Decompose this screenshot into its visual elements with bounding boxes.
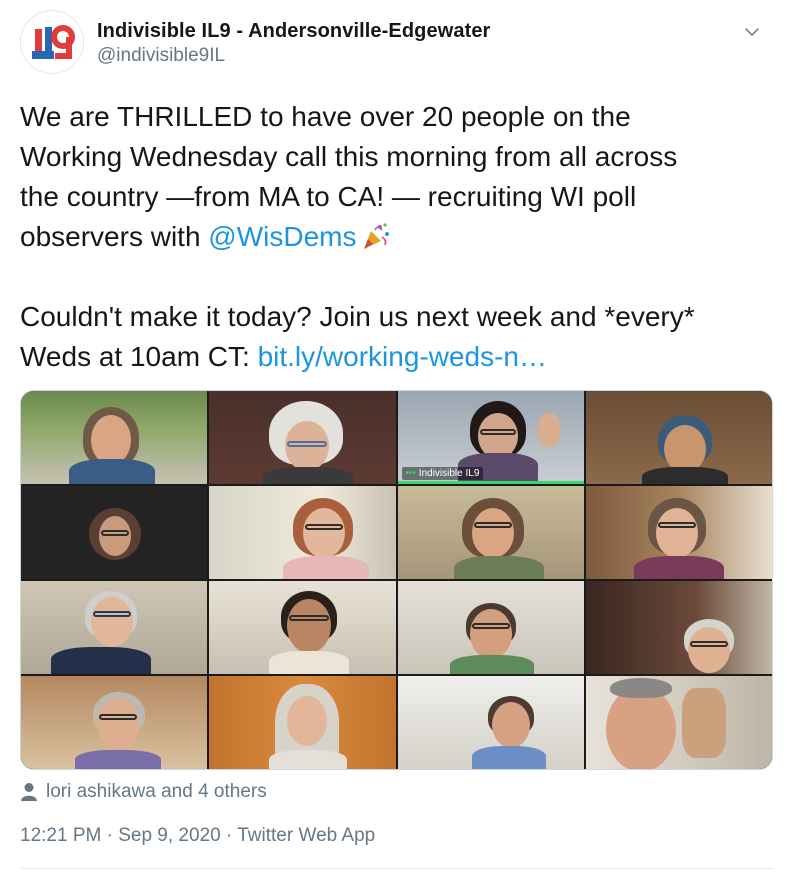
meta-separator: · bbox=[106, 825, 113, 846]
video-tile bbox=[21, 486, 208, 579]
video-tile bbox=[585, 676, 772, 769]
video-tile bbox=[585, 391, 772, 484]
video-tile bbox=[21, 581, 208, 674]
likes-summary-link[interactable]: lori ashikawa and 4 others bbox=[20, 778, 267, 806]
tweet-text-line: Couldn't make it today? Join us next wee… bbox=[20, 301, 695, 332]
tweet-menu-button[interactable] bbox=[738, 18, 766, 46]
video-tile bbox=[209, 391, 396, 484]
person-icon bbox=[21, 783, 37, 801]
video-tile bbox=[585, 581, 772, 674]
video-tile bbox=[209, 581, 396, 674]
tweet-metadata: 12:21 PM · Sep 9, 2020 · Twitter Web App bbox=[20, 825, 375, 847]
participant-label-text: Indivisible IL9 bbox=[418, 468, 480, 479]
tweet-text-line: observers with @WisDems bbox=[20, 217, 780, 257]
video-tile bbox=[209, 486, 396, 579]
tweet-header: Indivisible IL9 - Andersonville-Edgewate… bbox=[20, 10, 780, 78]
tweet-date: Sep 9, 2020 bbox=[118, 825, 221, 846]
tweet-text-fragment: observers with bbox=[20, 221, 209, 252]
video-tile bbox=[585, 486, 772, 579]
meta-separator: · bbox=[225, 825, 233, 846]
participant-label-dots: ••• bbox=[405, 468, 417, 479]
il9-logo-icon bbox=[21, 11, 83, 73]
party-popper-icon bbox=[361, 221, 391, 251]
tweet-text-line: We are THRILLED to have over 20 people o… bbox=[20, 101, 631, 132]
tweet-photo[interactable]: ••• Indivisible IL9 bbox=[20, 390, 773, 770]
video-tile bbox=[397, 581, 584, 674]
tweet-text-line: Working Wednesday call this morning from… bbox=[20, 141, 678, 172]
tweet-timestamp-link[interactable]: 12:21 PM · Sep 9, 2020 bbox=[20, 825, 221, 846]
tweet-source-link[interactable]: Twitter Web App bbox=[237, 825, 375, 846]
author-handle[interactable]: @indivisible9IL bbox=[97, 45, 225, 67]
active-speaker-highlight bbox=[397, 481, 584, 484]
chevron-down-icon bbox=[745, 28, 759, 36]
avatar[interactable] bbox=[20, 10, 84, 74]
video-tile: ••• Indivisible IL9 bbox=[397, 391, 584, 484]
video-tile bbox=[209, 676, 396, 769]
divider bbox=[20, 868, 773, 869]
tweet-time: 12:21 PM bbox=[20, 825, 102, 846]
likes-summary-text: lori ashikawa and 4 others bbox=[46, 781, 267, 802]
tweet-text-fragment: Weds at 10am CT: bbox=[20, 341, 258, 372]
video-tile bbox=[397, 486, 584, 579]
video-tile bbox=[21, 676, 208, 769]
video-tile bbox=[397, 676, 584, 769]
video-tile bbox=[21, 391, 208, 484]
tweet-card: Indivisible IL9 - Andersonville-Edgewate… bbox=[0, 0, 790, 874]
participant-name-label: ••• Indivisible IL9 bbox=[401, 467, 484, 480]
tweet-text-line: Weds at 10am CT: bit.ly/working-weds-n… bbox=[20, 337, 780, 377]
url-link[interactable]: bit.ly/working-weds-n… bbox=[258, 341, 547, 372]
mention-link[interactable]: @WisDems bbox=[208, 221, 356, 252]
author-name[interactable]: Indivisible IL9 - Andersonville-Edgewate… bbox=[97, 20, 490, 43]
tweet-text-line: the country —from MA to CA! — recruiting… bbox=[20, 181, 637, 212]
tweet-text: We are THRILLED to have over 20 people o… bbox=[20, 97, 780, 377]
